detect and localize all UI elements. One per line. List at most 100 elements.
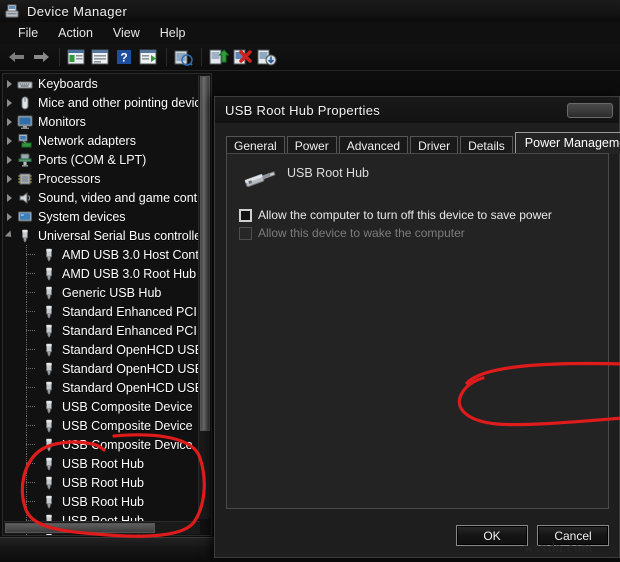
tree-item-standard-openhcd-usb-host-controller[interactable]: Standard OpenHCD USB Host Controller (3, 378, 201, 397)
uninstall-device-icon[interactable] (255, 46, 277, 68)
tree-item-usb-root-hub[interactable]: USB Root Hub (3, 492, 201, 511)
tab-driver[interactable]: Driver (410, 136, 459, 154)
close-icon[interactable] (567, 102, 613, 118)
chevron-right-icon[interactable] (5, 173, 16, 184)
usb-device-icon (41, 323, 57, 339)
tree-item-sound-video-and-game-controllers[interactable]: Sound, video and game controllers (3, 188, 201, 207)
tree-item-label: Standard OpenHCD USB Host Controller (62, 361, 201, 376)
tree-horizontal-scrollbar[interactable] (4, 521, 200, 534)
tree-item-usb-composite-device[interactable]: USB Composite Device (3, 416, 201, 435)
tree-item-label: USB Composite Device (62, 437, 193, 452)
tree-item-generic-usb-hub[interactable]: Generic USB Hub (3, 283, 201, 302)
usb-device-icon (41, 475, 57, 491)
tree-item-amd-usb-3-0-root-hub[interactable]: AMD USB 3.0 Root Hub (3, 264, 201, 283)
tree-item-processors[interactable]: Processors (3, 169, 201, 188)
menu-bar: File Action View Help (0, 22, 620, 44)
tree-item-label: Standard Enhanced PCI to USB Host Contro… (62, 304, 201, 319)
power-management-tab-page: USB Root Hub Allow the computer to turn … (226, 153, 620, 509)
network-icon (17, 133, 33, 149)
tree-connector (25, 321, 41, 340)
tree-item-amd-usb-3-0-host-controller[interactable]: AMD USB 3.0 Host Controller (3, 245, 201, 264)
tree-item-standard-enhanced-pci-to-usb-host-controller[interactable]: Standard Enhanced PCI to USB Host Contro… (3, 302, 201, 321)
tree-vertical-scrollbar[interactable] (198, 75, 210, 519)
menu-file[interactable]: File (8, 24, 48, 42)
allow-wake-label: Allow this device to wake the computer (258, 226, 465, 240)
tree-item-usb-composite-device[interactable]: USB Composite Device (3, 435, 201, 454)
usb-device-icon (41, 342, 57, 358)
chevron-right-icon[interactable] (5, 135, 16, 146)
tree-item-universal-serial-bus-controllers[interactable]: Universal Serial Bus controllers (3, 226, 201, 245)
tree-item-usb-root-hub[interactable]: USB Root Hub (3, 473, 201, 492)
allow-turn-off-row[interactable]: Allow the computer to turn off this devi… (239, 208, 552, 222)
chevron-down-icon[interactable] (3, 228, 18, 244)
tree-item-mice-and-other-pointing-devices[interactable]: Mice and other pointing devices (3, 93, 201, 112)
tree-item-keyboards[interactable]: Keyboards (3, 74, 201, 93)
tree-item-usb-composite-device[interactable]: USB Composite Device (3, 397, 201, 416)
allow-turn-off-label: Allow the computer to turn off this devi… (258, 208, 552, 222)
tree-item-system-devices[interactable]: System devices (3, 207, 201, 226)
tree-item-label: Sound, video and game controllers (38, 190, 201, 205)
tree-connector (25, 416, 41, 435)
tree-connector (25, 245, 41, 264)
usb-device-icon (41, 304, 57, 320)
usb-device-icon (41, 456, 57, 472)
ok-button[interactable]: OK (456, 525, 528, 546)
sound-icon (17, 190, 33, 206)
tree-connector (25, 435, 41, 454)
tree-connector (25, 283, 41, 302)
tab-details[interactable]: Details (460, 136, 513, 154)
keyboard-icon (17, 76, 33, 92)
disable-device-icon[interactable] (231, 46, 253, 68)
tree-item-label: USB Root Hub (62, 475, 144, 490)
tab-power-management[interactable]: Power Management (514, 132, 620, 154)
tree-item-usb-root-hub[interactable]: USB Root Hub (3, 454, 201, 473)
monitor-icon (17, 114, 33, 130)
window-title: Device Manager (27, 3, 128, 19)
tree-item-label: Monitors (38, 114, 86, 129)
device-tree[interactable]: Keyboards Mice and other pointing device… (3, 74, 201, 535)
forward-icon[interactable] (30, 46, 52, 68)
update-driver-icon[interactable] (172, 46, 194, 68)
chevron-right-icon[interactable] (5, 154, 16, 165)
chevron-right-icon[interactable] (5, 192, 16, 203)
tree-item-network-adapters[interactable]: Network adapters (3, 131, 201, 150)
usb-device-icon (41, 266, 57, 282)
usb-device-icon (41, 247, 57, 263)
chevron-right-icon[interactable] (5, 116, 16, 127)
device-tree-panel[interactable]: Keyboards Mice and other pointing device… (2, 73, 212, 536)
show-hide-tree-icon[interactable] (65, 46, 87, 68)
tree-item-label: System devices (38, 209, 126, 224)
properties-icon[interactable] (89, 46, 111, 68)
usb-device-icon (41, 418, 57, 434)
tab-advanced[interactable]: Advanced (338, 136, 409, 154)
menu-view[interactable]: View (103, 24, 150, 42)
back-icon[interactable] (6, 46, 28, 68)
enable-device-icon[interactable] (207, 46, 230, 68)
system-icon (17, 209, 33, 225)
tree-item-label: USB Composite Device (62, 418, 193, 433)
help-icon[interactable]: ? (113, 46, 135, 68)
tree-item-standard-enhanced-pci-to-usb-host-controller[interactable]: Standard Enhanced PCI to USB Host Contro… (3, 321, 201, 340)
tree-horizontal-scroll-thumb[interactable] (5, 523, 155, 533)
tree-item-standard-openhcd-usb-host-controller[interactable]: Standard OpenHCD USB Host Controller (3, 340, 201, 359)
tab-general[interactable]: General (226, 136, 285, 154)
window-titlebar: Device Manager (0, 0, 620, 23)
tree-connector (25, 359, 41, 378)
device-manager-window: Device Manager File Action View Help ? K… (0, 0, 620, 562)
menu-action[interactable]: Action (48, 24, 103, 42)
port-icon (17, 152, 33, 168)
tree-item-standard-openhcd-usb-host-controller[interactable]: Standard OpenHCD USB Host Controller (3, 359, 201, 378)
menu-help[interactable]: Help (150, 24, 196, 42)
scan-hardware-icon[interactable] (137, 46, 159, 68)
allow-turn-off-checkbox[interactable] (239, 208, 252, 222)
chevron-right-icon[interactable] (5, 78, 16, 89)
tab-power[interactable]: Power (286, 136, 337, 154)
tree-item-monitors[interactable]: Monitors (3, 112, 201, 131)
chevron-right-icon[interactable] (5, 211, 16, 222)
chevron-right-icon[interactable] (5, 97, 16, 108)
tree-item-ports-com-lpt[interactable]: Ports (COM & LPT) (3, 150, 201, 169)
usb-device-icon (41, 437, 57, 453)
tree-vertical-scroll-thumb[interactable] (200, 76, 210, 431)
tree-connector (25, 340, 41, 359)
tree-connector (25, 473, 41, 492)
